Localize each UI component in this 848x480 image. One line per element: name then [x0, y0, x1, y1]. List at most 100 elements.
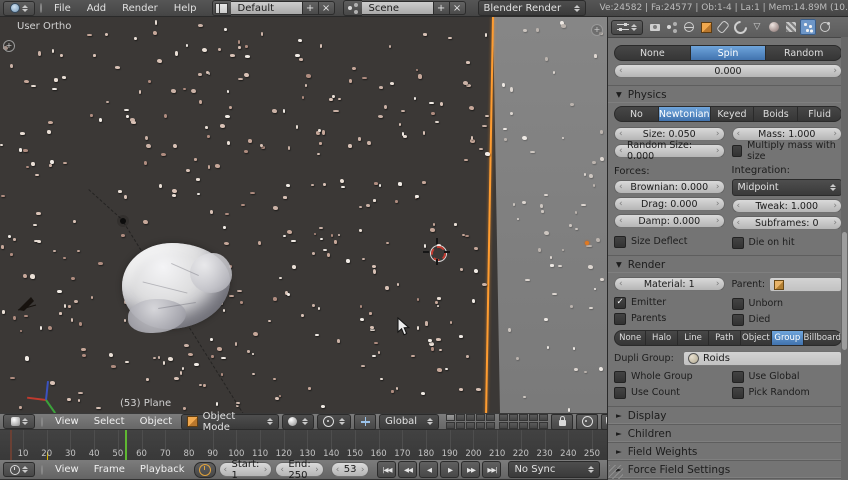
- menu-help[interactable]: Help: [167, 3, 204, 14]
- tab-scene[interactable]: [664, 19, 680, 35]
- parents-checkbox[interactable]: [614, 312, 626, 325]
- layer-17[interactable]: [509, 422, 519, 429]
- rotation-spin-button[interactable]: Spin: [690, 45, 767, 61]
- shading-select[interactable]: [282, 413, 315, 430]
- screen-layout-delete-button[interactable]: ×: [318, 1, 335, 15]
- lamp-dot[interactable]: [585, 241, 589, 245]
- tab-modifiers[interactable]: [730, 17, 750, 37]
- render-billboard-button[interactable]: Billboard: [803, 330, 842, 346]
- children-panel-header[interactable]: ► Children: [608, 424, 848, 442]
- tab-data[interactable]: ▽: [749, 19, 765, 35]
- mode-select[interactable]: Object Mode: [181, 411, 280, 433]
- current-frame-field[interactable]: 53: [330, 462, 370, 477]
- menu-add[interactable]: Add: [80, 3, 113, 14]
- rotation-none-button[interactable]: None: [614, 45, 691, 61]
- viewport-canvas[interactable]: User Ortho (53) Plane + +: [0, 17, 607, 413]
- layer-1[interactable]: [446, 414, 456, 421]
- layer-3[interactable]: [466, 414, 476, 421]
- layer-12[interactable]: [456, 422, 466, 429]
- physics-panel-header[interactable]: ▼ Physics: [608, 85, 848, 103]
- menu-tl-view[interactable]: View: [49, 464, 85, 475]
- layer-20[interactable]: [539, 422, 549, 429]
- play-reverse-button[interactable]: ◀: [419, 461, 439, 478]
- menu-tl-playback[interactable]: Playback: [134, 464, 191, 475]
- tab-texture[interactable]: [783, 19, 799, 35]
- asteroid-mesh[interactable]: [118, 239, 238, 335]
- lock-to-scene-toggle[interactable]: [551, 413, 574, 430]
- whole-group-checkbox[interactable]: [614, 370, 626, 383]
- jump-to-start-button[interactable]: |◀◀: [377, 461, 397, 478]
- menu-select[interactable]: Select: [88, 416, 131, 427]
- sidebar-expand-button[interactable]: +: [591, 24, 603, 36]
- next-keyframe-button[interactable]: ▶▶: [461, 461, 481, 478]
- multiply-mass-checkbox[interactable]: [731, 144, 743, 157]
- tab-physics[interactable]: [817, 19, 833, 35]
- scene-browse-button[interactable]: [342, 0, 362, 16]
- die-on-hit-checkbox[interactable]: [731, 236, 744, 249]
- toolshelf-expand-button[interactable]: +: [3, 40, 15, 52]
- render-panel-header[interactable]: ▼ Render: [608, 255, 848, 273]
- editor-type-button[interactable]: [3, 0, 35, 16]
- screen-layout-add-button[interactable]: +: [302, 1, 319, 15]
- proportional-edit-toggle[interactable]: [576, 413, 599, 430]
- dupli-group-field[interactable]: Roids: [683, 351, 842, 366]
- render-line-button[interactable]: Line: [677, 330, 710, 346]
- viewport-header-collapse-button[interactable]: [41, 416, 43, 427]
- angular-velocity-slider[interactable]: 0.000: [614, 64, 842, 78]
- physics-keyed-button[interactable]: Keyed: [710, 106, 755, 122]
- layer-14[interactable]: [476, 422, 486, 429]
- layer-9[interactable]: [529, 414, 539, 421]
- layer-10[interactable]: [539, 414, 549, 421]
- pick-random-checkbox[interactable]: [731, 386, 744, 399]
- layer-8[interactable]: [519, 414, 529, 421]
- render-object-button[interactable]: Object: [740, 330, 773, 346]
- subframes-slider[interactable]: Subframes: 0: [731, 216, 842, 230]
- empty-arrow-object[interactable]: [16, 295, 38, 313]
- menu-view[interactable]: View: [49, 416, 85, 427]
- force-field-settings-panel-header[interactable]: ►Force Field Settings: [608, 460, 848, 478]
- panel-resize-grip[interactable]: [609, 465, 623, 479]
- layer-15[interactable]: [486, 422, 496, 429]
- integrator-select[interactable]: Midpoint: [731, 179, 842, 196]
- parent-field[interactable]: [769, 277, 842, 292]
- tab-particles[interactable]: [800, 19, 816, 35]
- tweak-slider[interactable]: Tweak: 1.000: [731, 199, 842, 213]
- tab-object[interactable]: [698, 19, 714, 35]
- use-count-checkbox[interactable]: [614, 386, 626, 399]
- render-path-button[interactable]: Path: [709, 330, 741, 346]
- tab-world[interactable]: [681, 19, 697, 35]
- layer-5[interactable]: [486, 414, 496, 421]
- frame-end-field[interactable]: End: 250: [275, 459, 324, 480]
- use-global-checkbox[interactable]: [731, 370, 744, 383]
- previous-keyframe-button[interactable]: ◀◀: [398, 461, 418, 478]
- mass-slider[interactable]: Mass: 1.000: [731, 127, 842, 141]
- died-checkbox[interactable]: [731, 313, 744, 326]
- jump-to-end-button[interactable]: ▶▶|: [482, 461, 502, 478]
- layer-16[interactable]: [499, 422, 509, 429]
- properties-editor-type-button[interactable]: [611, 19, 643, 35]
- size-slider[interactable]: Size: 0.050: [614, 127, 725, 141]
- display-panel-header[interactable]: ► Display: [608, 406, 848, 424]
- render-none-button[interactable]: None: [614, 330, 647, 346]
- timeline-ruler[interactable]: 10 20 30 40 50 60 70 80 90 100 110 120 130 140 150 160 1…: [0, 430, 607, 461]
- random-size-slider[interactable]: Random Size: 0.000: [614, 140, 725, 162]
- timeline-header-collapse-button[interactable]: [41, 464, 43, 475]
- layer-18[interactable]: [519, 422, 529, 429]
- pivot-select[interactable]: [317, 413, 352, 430]
- drag-slider[interactable]: Drag: 0.000: [614, 197, 725, 211]
- material-slider[interactable]: Material: 1: [614, 277, 725, 291]
- use-preview-range-toggle[interactable]: [193, 461, 216, 478]
- properties-scrollbar-thumb[interactable]: [842, 232, 847, 350]
- physics-fluid-button[interactable]: Fluid: [798, 106, 843, 122]
- brownian-slider[interactable]: Brownian: 0.000: [614, 180, 725, 194]
- menu-tl-frame[interactable]: Frame: [88, 464, 131, 475]
- screen-layout-field[interactable]: Default: [230, 1, 303, 15]
- render-group-button[interactable]: Group: [772, 330, 804, 346]
- render-engine-select[interactable]: Blender Render: [477, 0, 586, 16]
- render-halo-button[interactable]: Halo: [646, 330, 678, 346]
- play-button[interactable]: ▶: [440, 461, 460, 478]
- layer-7[interactable]: [509, 414, 519, 421]
- layer-13[interactable]: [466, 422, 476, 429]
- tab-render[interactable]: [647, 19, 663, 35]
- layer-19[interactable]: [529, 422, 539, 429]
